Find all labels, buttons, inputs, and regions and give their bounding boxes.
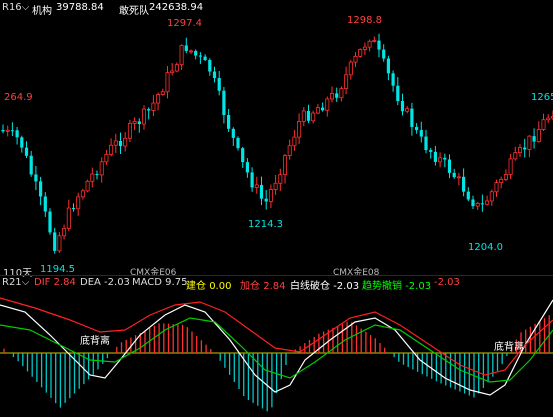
divergence-label: 底背离 <box>80 336 110 347</box>
divergence-label: 底背离 <box>494 342 524 353</box>
macd-chart[interactable] <box>0 0 553 417</box>
